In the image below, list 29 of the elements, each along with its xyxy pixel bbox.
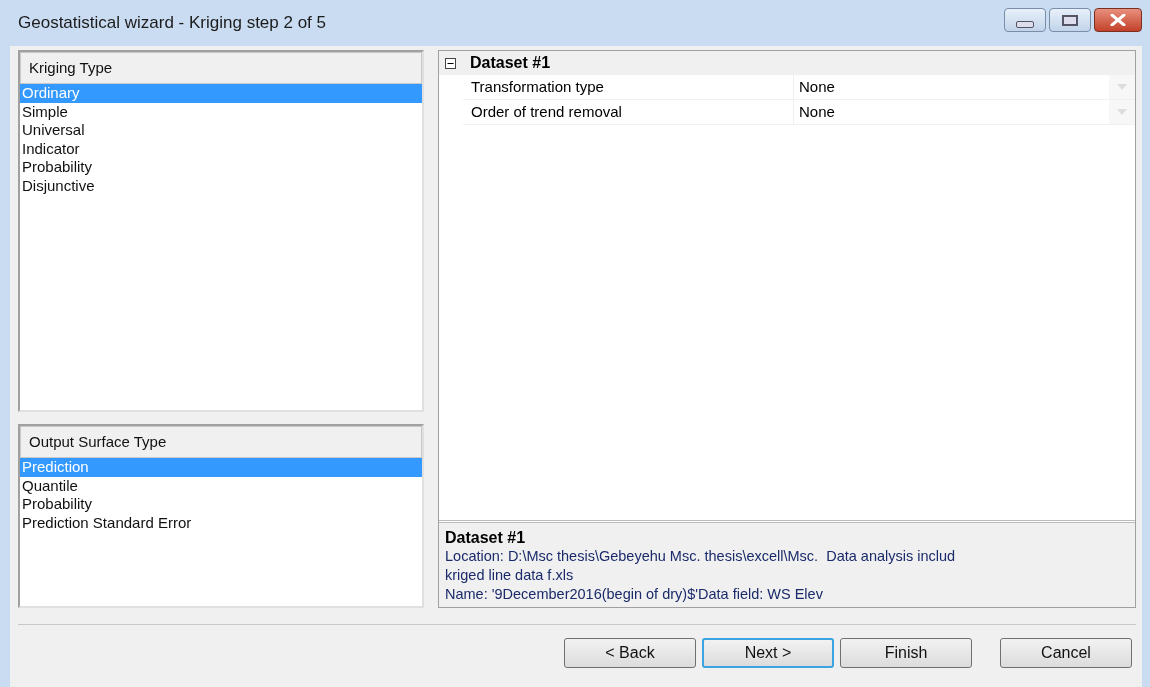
- maximize-button[interactable]: [1049, 8, 1091, 32]
- list-item[interactable]: Simple: [20, 102, 422, 122]
- description-title: Dataset #1: [445, 529, 527, 547]
- property-value[interactable]: None: [794, 75, 1109, 99]
- minimize-button[interactable]: [1004, 8, 1046, 32]
- close-icon: [1109, 14, 1127, 26]
- list-item[interactable]: Disjunctive: [20, 176, 422, 196]
- description-text: kriged line data f.xls: [445, 566, 575, 585]
- description-text: Location: D:\Msc thesis\Gebeyehu Msc. thesis\excell\Msc. Data analysis includ: [445, 547, 957, 566]
- list-item[interactable]: Prediction Standard Error: [20, 513, 422, 533]
- list-item[interactable]: Universal: [20, 121, 422, 140]
- wizard-button[interactable]: Next >: [702, 638, 834, 668]
- window-title: Geostatistical wizard - Kriging step 2 of 5: [18, 13, 327, 33]
- property-name: Transformation type: [463, 75, 794, 99]
- list-item[interactable]: Quantile: [20, 476, 422, 496]
- wizard-button[interactable]: Cancel: [1000, 638, 1132, 668]
- list-item[interactable]: Indicator: [20, 139, 422, 159]
- collapse-icon[interactable]: [445, 57, 456, 69]
- list-item[interactable]: Probability: [20, 495, 422, 514]
- close-button[interactable]: [1094, 8, 1142, 32]
- property-value[interactable]: None: [794, 100, 1109, 124]
- list-header: Kriging Type: [20, 52, 422, 84]
- wizard-button[interactable]: Finish: [840, 638, 972, 668]
- list-header: Output Surface Type: [20, 426, 422, 458]
- description-text: Name: '9December2016(begin of dry)$'Data field: WS Elev: [445, 585, 824, 604]
- list-item[interactable]: Probability: [20, 158, 422, 177]
- property-name: Order of trend removal: [463, 100, 794, 124]
- category-label: Dataset #1: [470, 54, 551, 72]
- wizard-button[interactable]: < Back: [564, 638, 696, 668]
